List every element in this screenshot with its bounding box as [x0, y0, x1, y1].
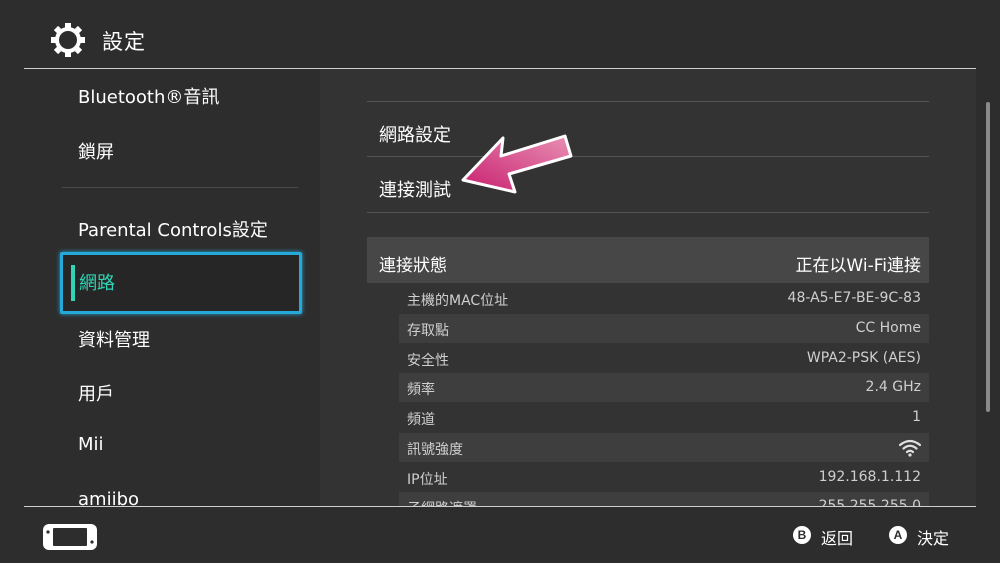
a-button-icon: A: [889, 526, 907, 544]
scrollbar[interactable]: [986, 102, 990, 412]
connection-status-header: 連接狀態 正在以Wi-Fi連接: [367, 237, 929, 283]
header: 設定: [0, 0, 1000, 68]
detail-row-frequency: 頻率 2.4 GHz: [399, 373, 929, 402]
detail-key: 頻道: [407, 412, 435, 428]
detail-row-channel: 頻道 1: [399, 403, 929, 432]
back-button[interactable]: 返回: [821, 525, 853, 549]
detail-value: WPA2-PSK (AES): [806, 350, 921, 366]
detail-value: CC Home: [855, 320, 921, 336]
detail-key: IP位址: [407, 472, 448, 488]
detail-value: 1: [912, 409, 921, 425]
sidebar-divider: [62, 187, 298, 188]
detail-row-access-point: 存取點 CC Home: [399, 314, 929, 343]
gear-icon: [51, 23, 85, 57]
sidebar-item-bluetooth-audio[interactable]: Bluetooth®音訊: [78, 83, 219, 109]
menu-divider: [367, 101, 929, 102]
footer: B 返回 A 決定: [0, 507, 1000, 563]
switch-console-icon: [43, 524, 97, 550]
sidebar-item-amiibo[interactable]: amiibo: [78, 489, 139, 506]
connection-test-item[interactable]: 連接測試: [379, 176, 451, 202]
detail-value: 2.4 GHz: [865, 379, 921, 395]
detail-key: 存取點: [407, 323, 449, 339]
detail-key: 子網路遮罩: [407, 498, 477, 506]
detail-value: 192.168.1.112: [818, 469, 921, 485]
content-panel: 網路設定 連接測試 連接狀態 正在以Wi-Fi連接 主機的MAC位址 48-A5…: [320, 69, 976, 506]
connection-status-value: 正在以Wi-Fi連接: [795, 256, 921, 276]
confirm-button[interactable]: 決定: [917, 525, 949, 549]
selection-indicator: [71, 265, 75, 301]
pink-arrow-icon: [461, 134, 573, 194]
detail-row-signal-strength: 訊號強度: [399, 433, 929, 462]
detail-row-security: 安全性 WPA2-PSK (AES): [399, 344, 929, 373]
detail-key: 頻率: [407, 382, 435, 398]
sidebar-item-label: 網路: [79, 273, 115, 294]
sidebar-item-lock-screen[interactable]: 鎖屏: [78, 138, 114, 164]
detail-key: 訊號強度: [407, 442, 463, 458]
menu-divider: [367, 156, 929, 157]
sidebar-item-parental-controls[interactable]: Parental Controls設定: [78, 216, 268, 242]
network-settings-item[interactable]: 網路設定: [379, 121, 451, 147]
menu-divider: [367, 212, 929, 213]
b-button-icon: B: [793, 526, 811, 544]
detail-value: 255.255.255.0: [818, 498, 921, 506]
sidebar-item-users[interactable]: 用戶: [78, 380, 114, 406]
sidebar-item-data-management[interactable]: 資料管理: [78, 326, 150, 352]
detail-row-subnet: 子網路遮罩 255.255.255.0: [399, 492, 929, 506]
wifi-signal-icon: [899, 439, 921, 457]
page-title: 設定: [102, 30, 146, 54]
sidebar-item-mii[interactable]: Mii: [78, 434, 104, 455]
sidebar: Bluetooth®音訊 鎖屏 Parental Controls設定 網路 資…: [24, 69, 320, 506]
detail-key: 安全性: [407, 353, 449, 369]
detail-row-ip: IP位址 192.168.1.112: [399, 463, 929, 492]
detail-key: 主機的MAC位址: [407, 293, 509, 309]
detail-row-mac: 主機的MAC位址 48-A5-E7-BE-9C-83: [399, 284, 929, 313]
sidebar-item-network[interactable]: 網路: [60, 252, 302, 314]
detail-value: 48-A5-E7-BE-9C-83: [787, 290, 921, 306]
connection-status-label: 連接狀態: [379, 256, 447, 276]
